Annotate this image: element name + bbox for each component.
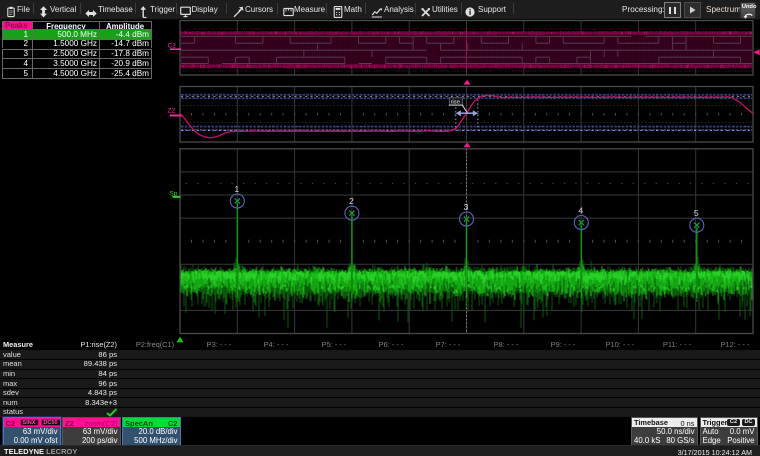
svg-text:1: 1 <box>234 184 239 194</box>
svg-text:5: 5 <box>694 208 699 218</box>
svg-text:2: 2 <box>349 196 354 206</box>
svg-text:rise: rise <box>451 99 460 105</box>
svg-text:Z2: Z2 <box>168 108 176 115</box>
svg-text:3: 3 <box>464 202 469 212</box>
svg-text:4: 4 <box>578 205 583 215</box>
